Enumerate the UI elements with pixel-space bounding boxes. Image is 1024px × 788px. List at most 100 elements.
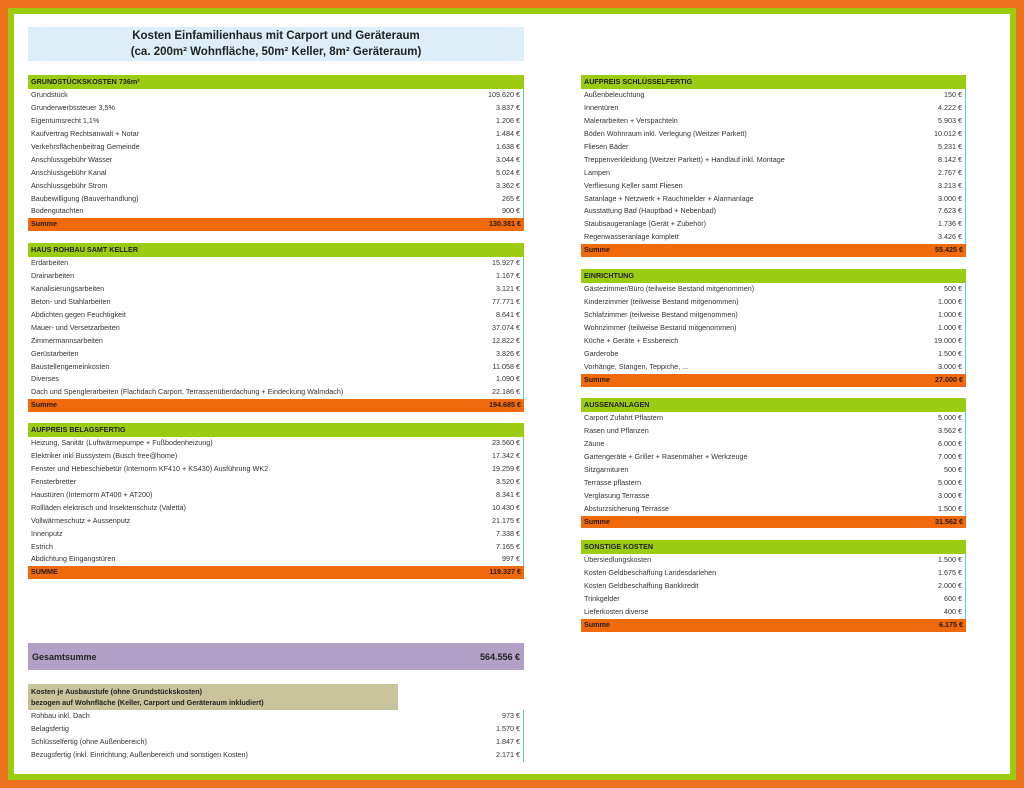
- section-header: EINRICHTUNG: [581, 269, 966, 283]
- cost-row-label: Elektriker inkl Bussystem (Busch free@ho…: [31, 450, 178, 460]
- cost-row: Kaufvertrag Rechtsanwalt + Notar 1.484 €: [28, 127, 524, 141]
- cost-row: Beton- und Stahlarbeiten 77.771 €: [28, 295, 524, 309]
- cost-row-amount: 17.342 €: [492, 450, 520, 460]
- cost-row: Anschlussgebühr Kanal 5.024 €: [28, 166, 524, 180]
- cost-row: Übersiedlungskosten 1.500 €: [581, 554, 966, 567]
- section-header: GRUNDSTÜCKSKOSTEN 736m²: [28, 75, 524, 89]
- per-m2-row-amount: 1.570 €: [496, 723, 520, 733]
- cost-row: Sitzgarnituren 500 €: [581, 463, 966, 477]
- cost-row-label: Sitzgarnituren: [584, 464, 629, 474]
- section-aussenanlagen: AUSSENANLAGEN Carport Zufahrt Pflastern 5.…: [581, 398, 966, 529]
- cost-row-amount: 11.058 €: [492, 361, 520, 371]
- cost-row-label: Haustüren (Internorm AT400 + AT200): [31, 489, 153, 499]
- section-einrichtung: EINRICHTUNG Gästezimmer/Büro (teilweise B…: [581, 269, 966, 387]
- cost-row-amount: 2.767 €: [938, 167, 962, 177]
- cost-row-label: Regenwasseranlage komplett: [584, 232, 679, 242]
- cost-row: Lampen 2.767 €: [581, 166, 966, 180]
- cost-row-amount: 7.338 €: [496, 528, 520, 538]
- cost-row-amount: 19.259 €: [492, 463, 520, 473]
- section-header: HAUS ROHBAU SAMT KELLER: [28, 243, 524, 257]
- section-total-label: SUMME: [31, 567, 58, 577]
- cost-row: Anschlussgebühr Wasser 3.044 €: [28, 153, 524, 167]
- cost-row-amount: 1.167 €: [496, 270, 520, 280]
- section-total-amount: 27.000 €: [935, 374, 963, 384]
- cost-row: Kosten Geldbeschaffung Bankkredit 2.000 €: [581, 579, 966, 593]
- cost-row-label: Lampen: [584, 167, 610, 177]
- cost-row-label: Trinkgelder: [584, 593, 620, 603]
- cost-row: Grunderwerbssteuer 3,5% 3.837 €: [28, 101, 524, 115]
- cost-row-amount: 7.623 €: [938, 206, 962, 216]
- cost-row-label: Fliesen Bäder: [584, 141, 629, 151]
- cost-row: Mauer- und Versetzarbeiten 37.074 €: [28, 321, 524, 335]
- cost-row: Terrasse pflastern 5.000 €: [581, 476, 966, 490]
- cost-row-label: Gästezimmer/Büro (teilweise Bestand mitg…: [584, 284, 755, 293]
- cost-row-amount: 1.206 €: [496, 115, 520, 125]
- cost-row-amount: 4.222 €: [938, 102, 962, 112]
- cost-row-label: Grunderwerbssteuer 3,5%: [31, 102, 115, 112]
- cost-row-label: Schlafzimmer (teilweise Bestand mitgenom…: [584, 309, 738, 319]
- cost-row: Verglasung Terrasse 3.000 €: [581, 489, 966, 503]
- cost-row-label: Drainarbeiten: [31, 270, 75, 280]
- cost-row-label: Carport Zufahrt Pflastern: [584, 413, 664, 422]
- cost-row: Gerüstarbeiten 3.826 €: [28, 347, 524, 361]
- cost-row-amount: 3.000 €: [938, 361, 962, 371]
- cost-row-amount: 15.927 €: [492, 258, 520, 267]
- section-total: Summe 31.562 €: [581, 515, 966, 529]
- section-total-amount: 130.381 €: [489, 219, 521, 229]
- cost-row-amount: 1.500 €: [938, 555, 962, 564]
- section-schluesselfertig: AUFPREIS SCHLÜSSELFERTIG Außenbeleuchtung…: [581, 75, 966, 258]
- per-m2-row: Rohbau inkl. Dach 973 €: [28, 710, 524, 723]
- cost-row-amount: 3.426 €: [938, 232, 962, 242]
- cost-row-amount: 22.186 €: [492, 387, 520, 397]
- cost-row-amount: 5.231 €: [938, 141, 962, 151]
- cost-row: Zäune 6.000 €: [581, 437, 966, 451]
- cost-row-label: Kaufvertrag Rechtsanwalt + Notar: [31, 128, 140, 138]
- cost-row-amount: 37.074 €: [492, 322, 520, 332]
- cost-row-amount: 7.165 €: [496, 541, 520, 551]
- section-header-label: AUFPREIS SCHLÜSSELFERTIG: [584, 77, 693, 86]
- section-total: Summe 194.685 €: [28, 399, 524, 413]
- cost-row-label: Kinderzimmer (teilweise Bestand mitgenom…: [584, 296, 739, 306]
- per-m2-row-amount: 973 €: [502, 711, 520, 720]
- cost-row-label: Estrich: [31, 541, 53, 551]
- section-grundstueck: GRUNDSTÜCKSKOSTEN 736m² Grundstück 109.620…: [28, 75, 524, 232]
- cost-row: Estrich 7.165 €: [28, 540, 524, 554]
- per-m2-row-label: Bezugsfertig (inkl. Einrichtung, Außenbe…: [31, 749, 248, 759]
- cost-row-amount: 600 €: [944, 593, 962, 603]
- cost-row-label: Heizung, Sanitär (Luftwärmepumpe + Fußbo…: [31, 438, 213, 447]
- cost-row-amount: 500 €: [944, 464, 962, 474]
- cost-row: Staubsaugeranlage (Gerät + Zubehör) 1.736…: [581, 218, 966, 232]
- cost-row-amount: 5.903 €: [938, 115, 962, 125]
- cost-row-label: Außenbeleuchtung: [584, 90, 645, 99]
- cost-row: Fenster und Hebeschiebetür (Internorm KF…: [28, 462, 524, 476]
- gesamtsumme-label: Gesamtsumme: [32, 651, 97, 662]
- cost-row: Fliesen Bäder 5.231 €: [581, 140, 966, 154]
- cost-row-amount: 10.430 €: [492, 502, 520, 512]
- cost-row-label: Rollläden elektrisch und Insektenschutz …: [31, 502, 186, 512]
- cost-row-label: Kanalisierungsarbeiten: [31, 283, 105, 293]
- cost-row-label: Gartengeräte + Griller + Rasenmäher + We…: [584, 451, 748, 461]
- cost-row-amount: 8.142 €: [938, 154, 962, 164]
- cost-row-label: Satanlage + Netzwerk + Rauchmelder + Ala…: [584, 193, 754, 203]
- cost-row-amount: 6.000 €: [938, 438, 962, 448]
- cost-row-label: Verkehrsflächenbeitrag Gemeinde: [31, 141, 140, 151]
- cost-row-amount: 3.044 €: [496, 154, 520, 164]
- cost-row: Vollwärmeschutz + Aussenputz 21.175 €: [28, 514, 524, 528]
- section-sonstige: SONSTIGE KOSTEN Übersiedlungskosten 1.500 …: [581, 540, 966, 632]
- cost-row-amount: 5.000 €: [938, 413, 962, 422]
- section-header-label: SONSTIGE KOSTEN: [584, 542, 654, 551]
- cost-row: Schlafzimmer (teilweise Bestand mitgenom…: [581, 308, 966, 322]
- cost-row: Baustellengemeinkosten 11.058 €: [28, 360, 524, 374]
- cost-row: Regenwasseranlage komplett 3.426 €: [581, 231, 966, 245]
- cost-row-label: Absturzsicherung Terrasse: [584, 503, 669, 513]
- cost-row-label: Übersiedlungskosten: [584, 555, 652, 564]
- cost-row: Garderobe 1.500 €: [581, 347, 966, 361]
- cost-row: Gartengeräte + Griller + Rasenmäher + We…: [581, 450, 966, 464]
- cost-row-label: Innenputz: [31, 528, 63, 538]
- cost-row-label: Anschlussgebühr Strom: [31, 180, 108, 190]
- cost-row: Vorhänge, Stangen, Teppiche, ... 3.000 €: [581, 360, 966, 374]
- cost-row: Kinderzimmer (teilweise Bestand mitgenom…: [581, 295, 966, 309]
- cost-row-amount: 1.090 €: [496, 374, 520, 384]
- section-header: SONSTIGE KOSTEN: [581, 540, 966, 554]
- cost-row-label: Gerüstarbeiten: [31, 348, 79, 358]
